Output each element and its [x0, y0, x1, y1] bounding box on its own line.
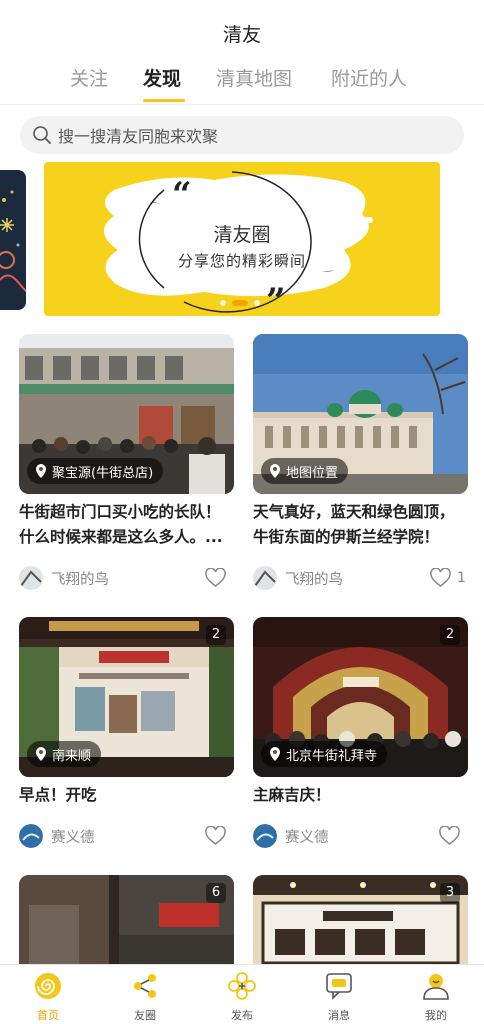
- location-name: 北京牛街礼拜寺: [286, 748, 378, 764]
- search-icon: [33, 126, 51, 144]
- post-meta: 飞翔的鸟 1: [253, 562, 468, 594]
- location-badge[interactable]: 地图位置: [261, 458, 349, 484]
- author-name[interactable]: 赛义德: [51, 826, 95, 847]
- post-title[interactable]: 牛街超市门口买小吃的长队！什么时候来都是这么多人。...: [19, 500, 234, 550]
- location-pin-icon: [270, 747, 280, 761]
- heart-icon: [439, 826, 460, 845]
- bottom-nav: 首页 友圈 发布 消息 我的: [0, 964, 484, 1024]
- avatar[interactable]: [253, 566, 277, 590]
- post-photo-breakfast[interactable]: 2 南来顺: [19, 617, 234, 777]
- top-tabs: 关注 发现 清真地图 附近的人: [0, 64, 484, 104]
- photo-count-badge: 6: [206, 883, 226, 903]
- share-circle-icon: [134, 974, 156, 998]
- post-photo-jumah[interactable]: 2 北京牛街礼拜寺: [253, 617, 468, 777]
- location-pin-icon: [36, 747, 46, 761]
- heart-icon: [429, 568, 451, 587]
- tab-follow[interactable]: 关注: [70, 64, 108, 91]
- search-bar[interactable]: 搜一搜清友同胞来欢聚: [20, 116, 464, 154]
- location-pin-icon: [36, 464, 46, 478]
- fireworks-image: [0, 190, 26, 292]
- feed-card[interactable]: 地图位置 天气真好，蓝天和绿色圆顶，牛街东面的伊斯兰经学院！ 飞翔的鸟 1: [253, 334, 468, 594]
- banner-subtitle: 分享您的精彩瞬间: [177, 252, 306, 270]
- heart-icon: [205, 568, 226, 587]
- location-badge[interactable]: 北京牛街礼拜寺: [261, 741, 388, 767]
- tab-nearby-people[interactable]: 附近的人: [331, 64, 407, 91]
- tab-discover[interactable]: 发现: [143, 64, 181, 91]
- location-name: 地图位置: [286, 465, 339, 481]
- feed-card[interactable]: 2 北京牛街礼拜寺 主麻吉庆！ 赛义德: [253, 617, 468, 852]
- nav-circle[interactable]: 友圈: [97, 971, 193, 1022]
- avatar[interactable]: [19, 824, 43, 848]
- carousel-dot[interactable]: [254, 300, 260, 306]
- like-count: 1: [456, 569, 466, 586]
- banner-title: 清友圈: [213, 224, 271, 246]
- photo-count-badge: 3: [440, 883, 460, 903]
- message-icon: [326, 973, 352, 1000]
- post-meta: 赛义德: [19, 820, 234, 852]
- post-title[interactable]: 天气真好，蓝天和绿色圆顶，牛街东面的伊斯兰经学院！: [253, 500, 468, 550]
- location-name: 聚宝源(牛街总店): [52, 465, 154, 481]
- like-button[interactable]: [205, 568, 232, 587]
- svg-text:”: ”: [266, 281, 286, 316]
- post-photo-islamic-college[interactable]: 地图位置: [253, 334, 468, 494]
- author-name[interactable]: 飞翔的鸟: [51, 568, 109, 589]
- like-button[interactable]: [205, 826, 232, 845]
- post-photo-snack-queue[interactable]: 聚宝源(牛街总店): [19, 334, 234, 494]
- location-badge[interactable]: 南来顺: [27, 741, 102, 767]
- tabs-divider: [0, 104, 484, 105]
- location-name: 南来顺: [52, 748, 92, 764]
- avatar[interactable]: [19, 566, 43, 590]
- banner-slide[interactable]: “ ” 清友圈 分享您的精彩瞬间: [44, 162, 440, 316]
- carousel-indicator: [220, 300, 260, 306]
- carousel-dot-active[interactable]: [232, 300, 248, 306]
- author-name[interactable]: 赛义德: [285, 826, 329, 847]
- post-meta: 飞翔的鸟: [19, 562, 234, 594]
- photo-count-badge: 2: [206, 625, 226, 645]
- location-pin-icon: [270, 464, 280, 478]
- carousel-dot[interactable]: [220, 300, 226, 306]
- post-meta: 赛义德: [253, 820, 468, 852]
- feed-card[interactable]: 聚宝源(牛街总店) 牛街超市门口买小吃的长队！什么时候来都是这么多人。... 飞…: [19, 334, 234, 594]
- nav-home[interactable]: 首页: [0, 971, 96, 1022]
- nav-home-label: 首页: [37, 1009, 59, 1022]
- nav-messages[interactable]: 消息: [291, 971, 387, 1022]
- home-swirl-icon: [35, 973, 61, 999]
- banner-previous-slide[interactable]: [0, 170, 26, 310]
- feed-card[interactable]: 2 南来顺 早点！开吃 赛义德: [19, 617, 234, 852]
- avatar[interactable]: [253, 824, 277, 848]
- location-badge[interactable]: 聚宝源(牛街总店): [27, 458, 164, 484]
- heart-icon: [205, 826, 226, 845]
- author-name[interactable]: 飞翔的鸟: [285, 568, 343, 589]
- like-button[interactable]: [439, 826, 466, 845]
- search-placeholder: 搜一搜清友同胞来欢聚: [58, 127, 219, 146]
- nav-messages-label: 消息: [328, 1009, 350, 1022]
- nav-circle-label: 友圈: [134, 1009, 156, 1022]
- tab-halal-map[interactable]: 清真地图: [216, 64, 292, 91]
- svg-text:“: “: [172, 175, 192, 215]
- nav-publish-label: 发布: [231, 1009, 253, 1022]
- active-tab-indicator: [143, 99, 185, 102]
- nav-profile[interactable]: 我的: [388, 971, 484, 1022]
- nav-profile-label: 我的: [425, 1009, 447, 1022]
- profile-icon: [423, 974, 449, 1000]
- like-button[interactable]: 1: [429, 568, 466, 587]
- nav-publish[interactable]: 发布: [194, 971, 290, 1022]
- page-title: 清友: [222, 24, 261, 46]
- post-title[interactable]: 主麻吉庆！: [253, 783, 468, 808]
- photo-count-badge: 2: [440, 625, 460, 645]
- post-title[interactable]: 早点！开吃: [19, 783, 234, 808]
- publish-flower-icon: [228, 972, 256, 1000]
